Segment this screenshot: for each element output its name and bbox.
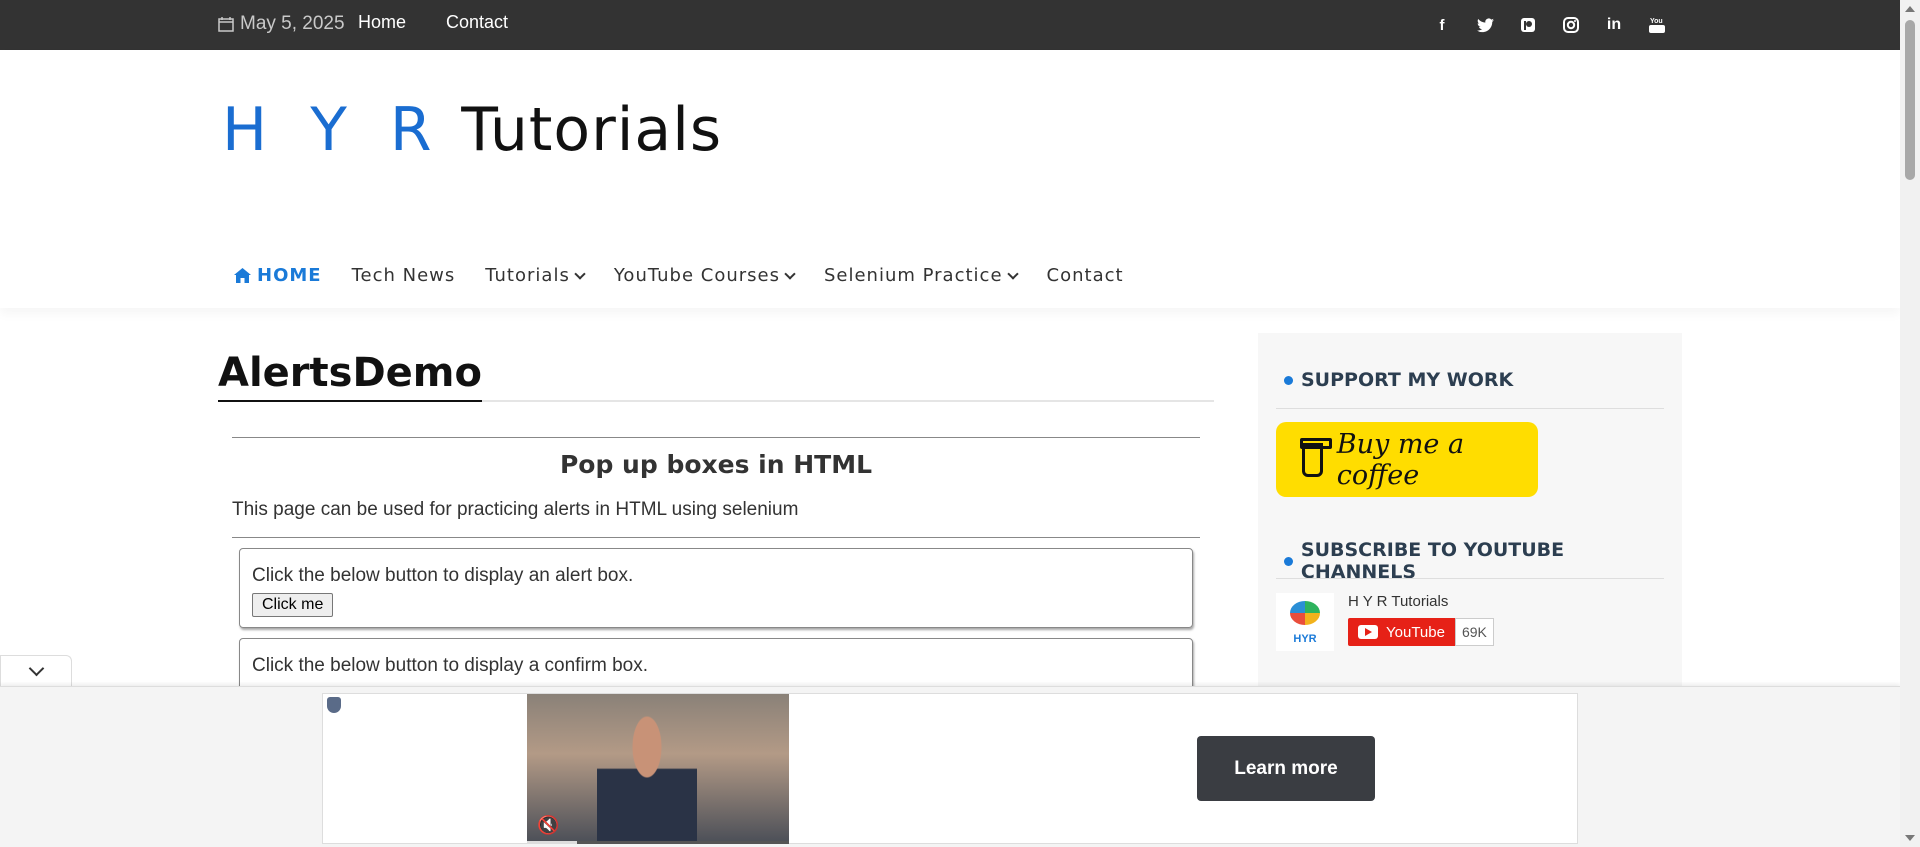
support-title-text: SUPPORT MY WORK: [1301, 369, 1514, 391]
nav-tutorials-label: Tutorials: [485, 265, 570, 286]
svg-text:You: You: [1650, 18, 1663, 25]
subscribe-title-text: SUBSCRIBE TO YOUTUBE CHANNELS: [1300, 539, 1565, 583]
alert-box-section: Click the below button to display an ale…: [239, 548, 1193, 628]
main-navigation: HOME Tech News Tutorials YouTube Courses…: [234, 265, 1154, 286]
hyr-leaf-logo-icon: [1290, 601, 1320, 625]
nav-youtube-courses-label: YouTube Courses: [613, 265, 780, 286]
youtube-icon[interactable]: You: [1646, 14, 1668, 36]
alert-click-me-button[interactable]: Click me: [252, 593, 334, 617]
bullet-dot: [1284, 375, 1293, 385]
channel-name[interactable]: H Y R Tutorials: [1348, 593, 1494, 610]
top-link-home[interactable]: Home: [358, 12, 406, 33]
widget-divider: [1276, 578, 1664, 579]
nav-selenium-practice[interactable]: Selenium Practice: [823, 265, 1019, 286]
logo-hyr: H Y R: [222, 95, 444, 165]
youtube-play-icon: [1358, 625, 1378, 639]
chevron-down-icon: [1006, 267, 1019, 280]
mute-icon[interactable]: 🔇: [537, 815, 559, 836]
site-logo[interactable]: H Y R Tutorials: [222, 95, 722, 165]
top-bar: May 5, 2025 Home Contact f in You: [0, 0, 1900, 50]
scrollbar-thumb[interactable]: [1905, 20, 1915, 180]
nav-contact-label: Contact: [1046, 265, 1124, 286]
divider: [232, 537, 1200, 538]
alert-box-text: Click the below button to display an ale…: [252, 565, 634, 586]
channel-avatar[interactable]: HYR: [1276, 593, 1334, 651]
popup-heading: Pop up boxes in HTML: [559, 450, 873, 479]
youtube-channel-row: HYR H Y R Tutorials YouTube 69K: [1276, 593, 1494, 651]
ad-collapse-toggle[interactable]: [0, 655, 72, 687]
calendar-icon: [218, 17, 234, 32]
twitter-icon[interactable]: [1474, 14, 1496, 36]
nav-home[interactable]: HOME: [234, 265, 322, 286]
nav-tech-news[interactable]: Tech News: [352, 265, 456, 286]
site-header: H Y R Tutorials HOME Tech News Tutorials…: [0, 50, 1900, 308]
scroll-down-arrow-icon[interactable]: [1905, 835, 1915, 841]
youtube-subscribe-button[interactable]: YouTube: [1348, 618, 1455, 646]
ad-banner: 🔇 Learn more: [322, 693, 1578, 844]
scroll-up-arrow-icon[interactable]: [1905, 6, 1915, 12]
nav-contact[interactable]: Contact: [1047, 265, 1124, 286]
subscribe-widget-title: SUBSCRIBE TO YOUTUBE CHANNELS: [1284, 539, 1682, 583]
nav-selenium-practice-label: Selenium Practice: [823, 265, 1003, 286]
logo-tutorials: Tutorials: [461, 95, 723, 165]
nav-tech-news-label: Tech News: [351, 265, 456, 286]
page-description: This page can be used for practicing ale…: [232, 499, 799, 520]
subscribe-widget: YouTube 69K: [1348, 618, 1494, 646]
current-date: May 5, 2025: [218, 13, 345, 35]
linkedin-icon[interactable]: in: [1603, 14, 1625, 36]
coffee-cup-icon: [1300, 437, 1332, 477]
bullet-dot: [1284, 556, 1293, 566]
home-icon: [234, 268, 251, 283]
coffee-label: Buy me a coffee: [1336, 428, 1465, 491]
confirm-box-text: Click the below button to display a conf…: [252, 655, 649, 676]
ad-video[interactable]: 🔇: [527, 694, 789, 844]
top-link-contact[interactable]: Contact: [446, 12, 508, 33]
patreon-icon[interactable]: [1517, 14, 1539, 36]
sidebar: SUPPORT MY WORK Buy me a coffee SUBSCRIB…: [1258, 333, 1682, 693]
channel-info: H Y R Tutorials YouTube 69K: [1348, 593, 1494, 651]
support-widget-title: SUPPORT MY WORK: [1284, 369, 1513, 391]
youtube-label: YouTube: [1386, 623, 1445, 641]
page-title-wrapper: AlertsDemo: [218, 350, 1214, 402]
nav-home-label: HOME: [257, 265, 322, 286]
ad-video-person-image: [597, 712, 697, 844]
page-title: AlertsDemo: [218, 350, 482, 402]
date-text: May 5, 2025: [240, 13, 345, 34]
subscriber-count: 69K: [1454, 618, 1494, 646]
nav-youtube-courses[interactable]: YouTube Courses: [613, 265, 796, 286]
widget-divider: [1276, 408, 1664, 409]
main-content: AlertsDemo Pop up boxes in HTML This pag…: [218, 350, 1214, 694]
channel-avatar-text: HYR: [1293, 633, 1317, 645]
chevron-down-icon: [784, 267, 796, 280]
alerts-demo-area: Pop up boxes in HTML This page can be us…: [232, 437, 1200, 704]
instagram-icon[interactable]: [1560, 14, 1582, 36]
divider: [232, 437, 1200, 438]
ad-choices-shield-icon[interactable]: [327, 697, 341, 713]
ad-learn-more-button[interactable]: Learn more: [1197, 736, 1375, 801]
page-scrollbar[interactable]: [1900, 0, 1920, 847]
social-links: f in You: [1431, 14, 1668, 36]
chevron-down-icon: [28, 660, 44, 677]
facebook-icon[interactable]: f: [1431, 14, 1453, 36]
video-progress-bar: [527, 841, 789, 844]
chevron-down-icon: [574, 267, 586, 280]
nav-tutorials[interactable]: Tutorials: [485, 265, 586, 286]
buy-me-a-coffee-button[interactable]: Buy me a coffee: [1276, 422, 1538, 497]
